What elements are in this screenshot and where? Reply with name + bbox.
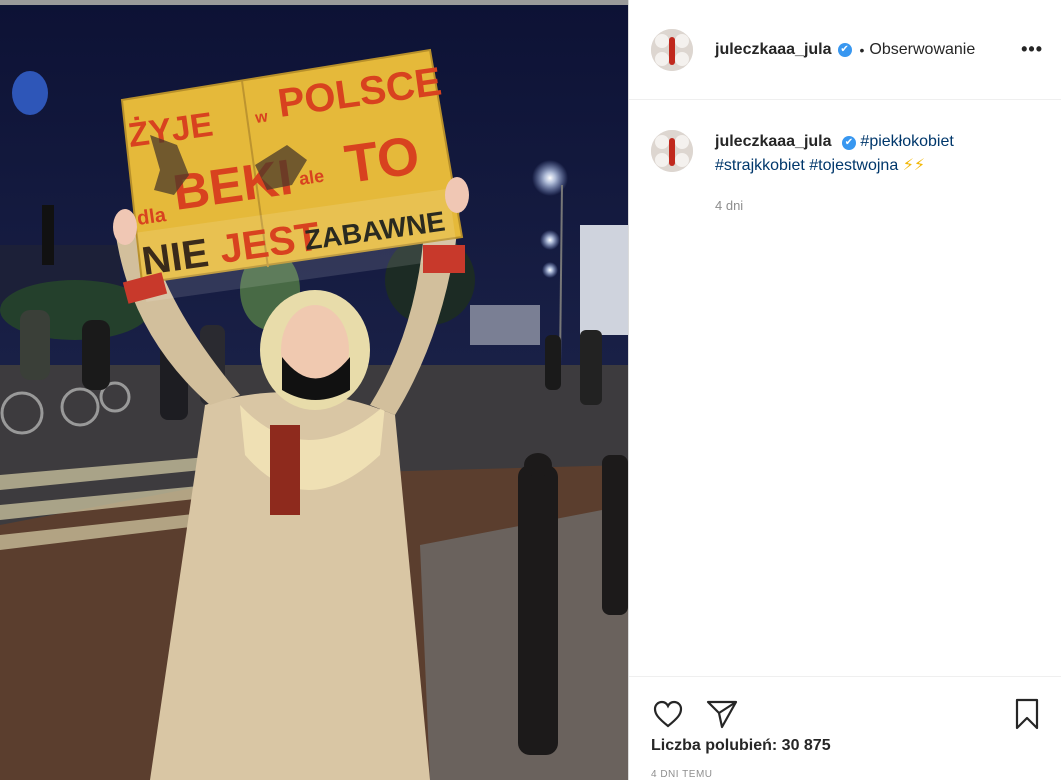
avatar[interactable] — [651, 28, 693, 71]
post-header: juleczkaaa_jula ✔ • Obserwowanie ••• — [629, 0, 1061, 100]
caption-text-block: juleczkaaa_jula ✔ #piekłokobiet #strajkk… — [715, 130, 1015, 218]
header-separator-dot: • — [859, 41, 865, 58]
caption-avatar[interactable] — [651, 130, 693, 172]
sign-word-to: TO — [341, 125, 423, 195]
more-options-icon[interactable]: ••• — [1021, 39, 1043, 60]
caption-verified-badge-icon: ✔ — [841, 136, 856, 150]
post-side-panel: juleczkaaa_jula ✔ • Obserwowanie ••• jul… — [628, 0, 1061, 780]
sign-word-ale: ale — [298, 166, 326, 189]
paper-plane-icon[interactable] — [705, 697, 739, 731]
post-actions-section: Liczba polubień: 30 875 4 DNI TEMU — [629, 676, 1061, 780]
protest-photo-illustration: ŻYJE w POLSCE dla BEKI ale TO NIE JEST Z… — [0, 5, 628, 780]
hashtag-pieklokobiet[interactable]: #piekłokobiet — [860, 133, 953, 150]
bookmark-icon[interactable] — [1010, 697, 1044, 731]
lightning-emoji-icon: ⚡⚡ — [902, 157, 926, 174]
post-photo[interactable]: ŻYJE w POLSCE dla BEKI ale TO NIE JEST Z… — [0, 5, 628, 780]
caption-comment: juleczkaaa_jula ✔ #piekłokobiet #strajkk… — [629, 100, 1061, 218]
action-icons-row — [629, 677, 1061, 735]
caption-timestamp[interactable]: 4 dni — [715, 194, 1015, 218]
avatar-image-icon — [651, 28, 693, 71]
hashtag-tojestwojna[interactable]: #tojestwojna — [809, 157, 898, 174]
sign-word-dla: dla — [136, 204, 169, 230]
caption-username[interactable]: juleczkaaa_jula — [715, 133, 832, 150]
hashtag-strajkkobiet[interactable]: #strajkkobiet — [715, 157, 805, 174]
heart-icon[interactable] — [651, 697, 685, 731]
post-date: 4 DNI TEMU — [651, 769, 713, 780]
post-author-username[interactable]: juleczkaaa_jula — [715, 41, 832, 59]
verified-badge-icon: ✔ — [837, 42, 852, 57]
likes-count[interactable]: Liczba polubień: 30 875 — [629, 735, 1061, 755]
following-button[interactable]: Obserwowanie — [869, 41, 975, 59]
caption-avatar-image-icon — [651, 130, 693, 172]
